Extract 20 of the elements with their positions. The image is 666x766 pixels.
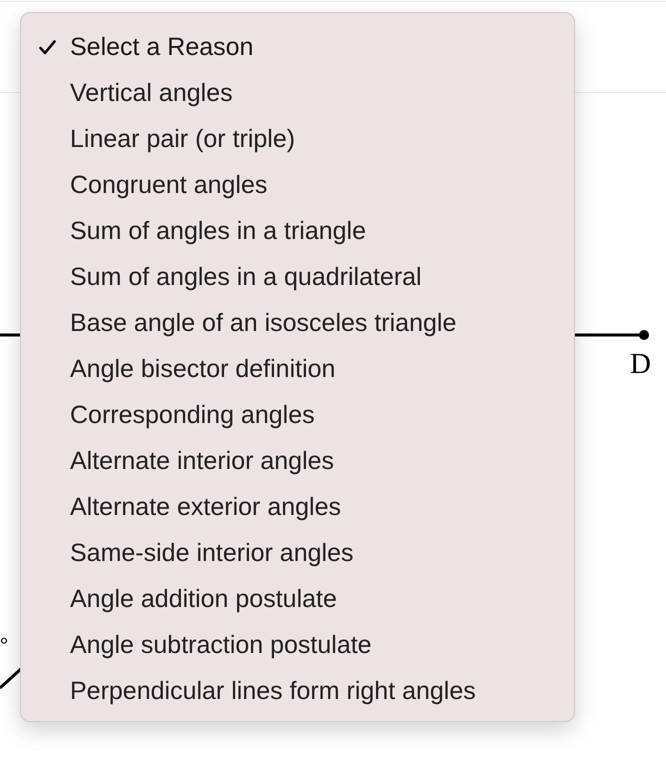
menu-item[interactable]: Angle subtraction postulate [21, 622, 574, 668]
menu-item[interactable]: Base angle of an isosceles triangle [21, 300, 574, 346]
menu-item[interactable]: Sum of angles in a quadrilateral [21, 254, 574, 300]
menu-item[interactable]: Same-side interior angles [21, 530, 574, 576]
menu-item[interactable]: Select a Reason [21, 24, 574, 70]
menu-item[interactable]: Angle addition postulate [21, 576, 574, 622]
angle-label: ° [0, 634, 8, 657]
point [639, 330, 649, 340]
menu-item[interactable]: Vertical angles [21, 70, 574, 116]
menu-item[interactable]: Perpendicular lines form right angles [21, 668, 574, 714]
point-label: D [630, 348, 651, 381]
checkmark-icon [39, 40, 56, 54]
menu-item[interactable]: Sum of angles in a triangle [21, 208, 574, 254]
line-segment [0, 666, 23, 690]
menu-item[interactable]: Angle bisector definition [21, 346, 574, 392]
menu-item[interactable]: Alternate exterior angles [21, 484, 574, 530]
menu-item[interactable]: Linear pair (or triple) [21, 116, 574, 162]
menu-item[interactable]: Alternate interior angles [21, 438, 574, 484]
menu-item[interactable]: Congruent angles [21, 162, 574, 208]
menu-item[interactable]: Corresponding angles [21, 392, 574, 438]
